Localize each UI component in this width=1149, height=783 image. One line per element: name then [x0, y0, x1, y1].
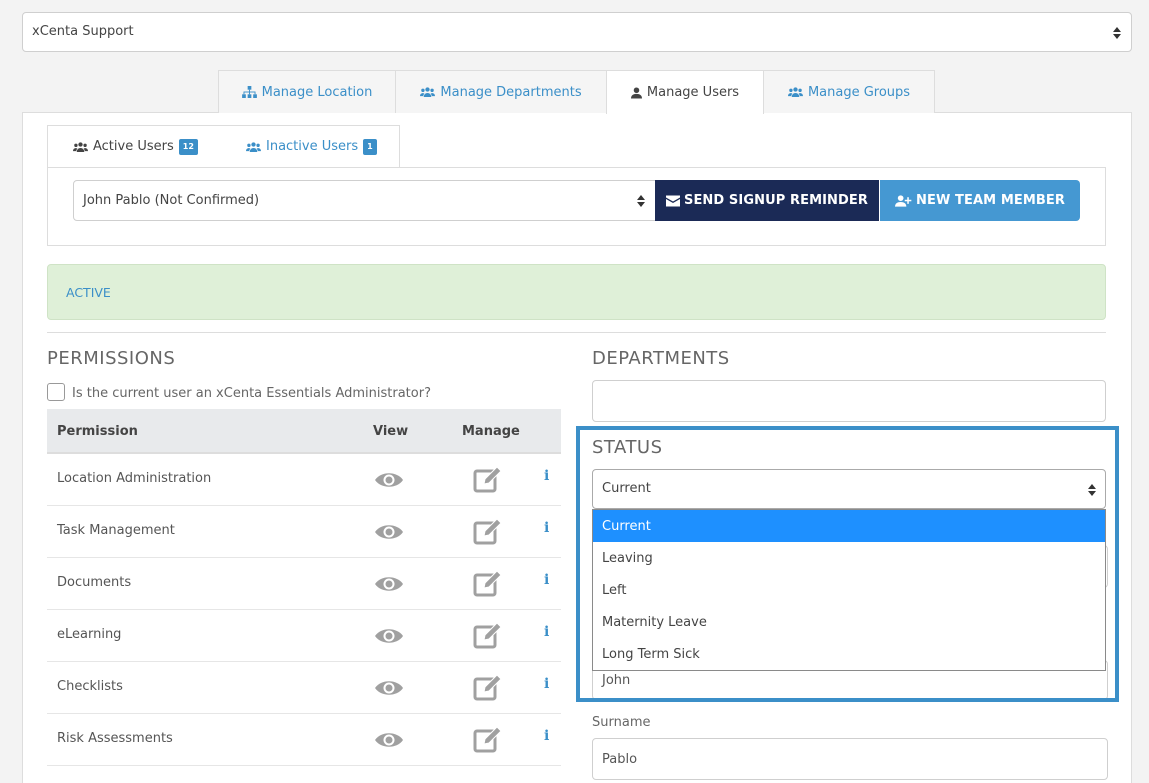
active-count-badge: 12	[178, 138, 198, 155]
permission-name: Location Administration	[57, 471, 212, 486]
table-row: Documents i	[47, 558, 561, 610]
select-arrows-icon	[1113, 27, 1121, 39]
status-alert-text: ACTIVE	[66, 285, 111, 300]
column-view: View	[373, 424, 409, 439]
column-permission: Permission	[57, 424, 138, 439]
users-icon	[787, 87, 803, 97]
info-icon[interactable]: i	[544, 572, 549, 588]
permissions-title: PERMISSIONS	[47, 348, 176, 369]
permission-name: Task Management	[57, 523, 175, 538]
table-row: eLearning i	[47, 610, 561, 662]
inactive-count-badge: 1	[363, 138, 377, 155]
permission-name: Documents	[57, 575, 132, 590]
permissions-table-header: Permission View Manage	[47, 409, 561, 454]
surname-value: Pablo	[602, 752, 638, 767]
users-icon	[246, 141, 261, 152]
info-icon[interactable]: i	[544, 728, 549, 744]
info-icon[interactable]: i	[544, 520, 549, 536]
button-label: NEW TEAM MEMBER	[916, 193, 1065, 208]
users-icon	[73, 141, 88, 152]
admin-checkbox-label: Is the current user an xCenta Essentials…	[72, 386, 431, 401]
eye-icon[interactable]	[374, 470, 404, 490]
table-row: Location Administration i	[47, 454, 561, 506]
status-alert: ACTIVE	[47, 264, 1106, 320]
tab-label: Inactive Users	[266, 139, 359, 154]
divider	[47, 332, 1106, 333]
table-row: Task Management i	[47, 506, 561, 558]
tab-label: Manage Location	[261, 84, 373, 100]
tab-label: Active Users	[93, 139, 174, 154]
new-team-member-button[interactable]: NEW TEAM MEMBER	[880, 180, 1080, 221]
select-arrows-icon	[637, 195, 645, 207]
highlight-frame	[576, 426, 1119, 702]
company-select[interactable]: xCenta Support	[22, 12, 1132, 52]
user-icon	[630, 87, 642, 98]
sitemap-icon	[241, 86, 257, 98]
column-manage: Manage	[462, 424, 520, 439]
edit-icon[interactable]	[473, 725, 503, 753]
button-label: SEND SIGNUP REMINDER	[683, 193, 869, 208]
user-select[interactable]: John Pablo (Not Confirmed)	[73, 180, 656, 221]
tab-label: Manage Departments	[440, 84, 582, 100]
eye-icon[interactable]	[374, 678, 404, 698]
eye-icon[interactable]	[374, 626, 404, 646]
main-tabs: Manage Location Manage Departments Manag…	[218, 70, 935, 114]
tab-manage-location[interactable]: Manage Location	[218, 70, 396, 113]
user-plus-icon	[895, 194, 912, 207]
tab-label: Manage Users	[646, 85, 740, 100]
surname-label: Surname	[592, 715, 651, 730]
info-icon[interactable]: i	[544, 624, 549, 640]
info-icon[interactable]: i	[544, 468, 549, 484]
tab-manage-groups[interactable]: Manage Groups	[763, 70, 935, 113]
send-signup-reminder-button[interactable]: SEND SIGNUP REMINDER	[655, 180, 879, 221]
tab-manage-departments[interactable]: Manage Departments	[395, 70, 607, 113]
edit-icon[interactable]	[473, 621, 503, 649]
eye-icon[interactable]	[374, 574, 404, 594]
departments-title: DEPARTMENTS	[592, 348, 730, 369]
tab-manage-users[interactable]: Manage Users	[606, 70, 764, 114]
table-row: Checklists i	[47, 662, 561, 714]
surname-input[interactable]: Pablo	[592, 738, 1108, 780]
permission-name: Risk Assessments	[57, 731, 173, 746]
edit-icon[interactable]	[473, 517, 503, 545]
eye-icon[interactable]	[374, 522, 404, 542]
edit-icon[interactable]	[473, 673, 503, 701]
eye-icon[interactable]	[374, 730, 404, 750]
envelope-icon	[665, 195, 680, 206]
permission-name: Checklists	[57, 679, 123, 694]
user-select-value: John Pablo (Not Confirmed)	[83, 193, 260, 208]
edit-icon[interactable]	[473, 465, 503, 493]
table-row: Risk Assessments i	[47, 714, 561, 766]
tab-inactive-users[interactable]: Inactive Users 1	[246, 125, 381, 168]
edit-icon[interactable]	[473, 569, 503, 597]
users-icon	[420, 87, 436, 97]
permission-name: eLearning	[57, 627, 122, 642]
departments-input[interactable]	[592, 380, 1106, 422]
info-icon[interactable]: i	[544, 676, 549, 692]
company-select-value: xCenta Support	[32, 24, 134, 39]
tab-label: Manage Groups	[807, 84, 911, 100]
tab-active-users[interactable]: Active Users 12	[73, 125, 198, 168]
admin-checkbox[interactable]	[47, 383, 65, 401]
